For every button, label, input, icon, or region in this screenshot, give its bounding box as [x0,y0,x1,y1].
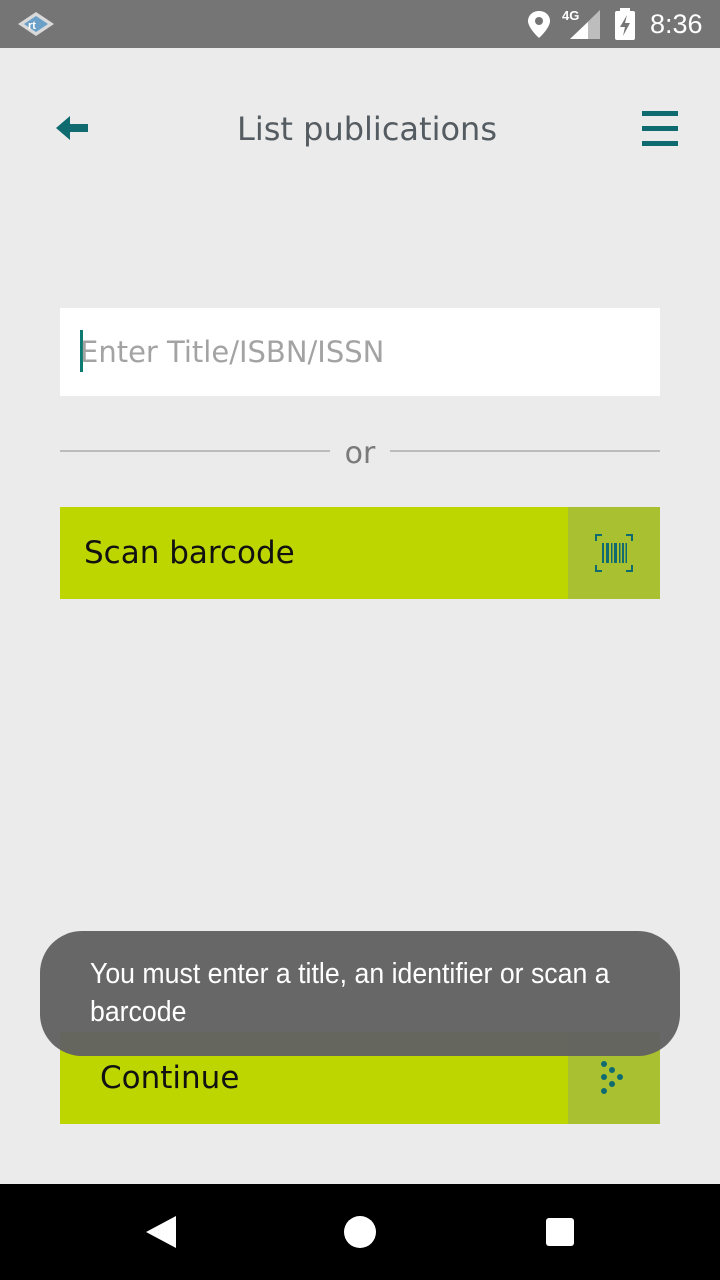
recents-square-icon[interactable] [545,1217,575,1247]
battery-charging-icon [615,8,635,40]
divider-line-right [390,450,660,452]
scan-barcode-label: Scan barcode [84,535,295,571]
network-type-label: 4G [562,8,580,23]
scan-barcode-icon-cell [568,507,660,599]
status-bar: rt 4G 8:36 [0,0,720,48]
toast-text: You must enter a title, an identifier or… [90,958,610,1028]
barcode-scan-icon [595,534,633,572]
svg-text:rt: rt [28,20,36,32]
toast-message: You must enter a title, an identifier or… [40,931,680,1056]
app-logo-icon: rt [18,12,54,36]
search-input[interactable] [80,308,650,396]
scan-barcode-button[interactable]: Scan barcode [60,507,660,599]
back-triangle-icon[interactable] [144,1214,178,1250]
divider-or-label: or [344,436,376,471]
search-field[interactable] [60,308,660,396]
location-icon [528,11,550,38]
divider-line-left [60,450,330,452]
signal-icon: 4G [562,8,602,40]
page-title: List publications [237,110,497,148]
status-time: 8:36 [650,9,703,39]
home-circle-icon[interactable] [343,1215,377,1249]
back-arrow-icon[interactable] [52,110,94,146]
hamburger-menu-icon[interactable] [638,108,682,150]
